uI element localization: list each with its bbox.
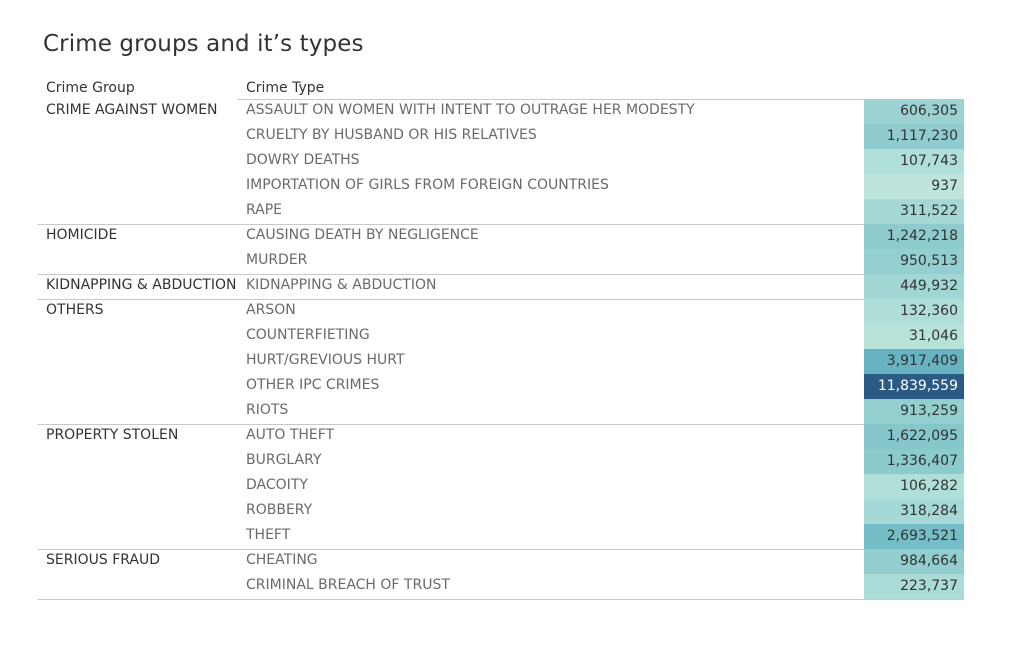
- table-row: OTHERS ARSON 132,360: [38, 299, 964, 324]
- table-row: IMPORTATION OF GIRLS FROM FOREIGN COUNTR…: [38, 174, 964, 199]
- crime-type-label: ASSAULT ON WOMEN WITH INTENT TO OUTRAGE …: [246, 102, 695, 118]
- table-row: RAPE 311,522: [38, 199, 964, 224]
- heatmap-cell: 2,693,521: [864, 524, 964, 549]
- heatmap-cell: 107,743: [864, 149, 964, 174]
- heatmap-cell: 11,839,559: [864, 374, 964, 399]
- crime-group-label: HOMICIDE: [46, 227, 118, 243]
- table-row: DACOITY 106,282: [38, 474, 964, 499]
- group-divider: [38, 599, 964, 600]
- crime-type-label: COUNTERFIETING: [246, 327, 370, 343]
- crime-type-label: CHEATING: [246, 552, 318, 568]
- crime-type-label: RIOTS: [246, 402, 289, 418]
- heatmap-cell: 132,360: [864, 299, 964, 324]
- crime-type-label: HURT/GREVIOUS HURT: [246, 352, 405, 368]
- table-row: HOMICIDE CAUSING DEATH BY NEGLIGENCE 1,242…: [38, 224, 964, 249]
- heatmap-cell: 223,737: [864, 574, 964, 599]
- crime-type-label: RAPE: [246, 202, 283, 218]
- heatmap-cell: 606,305: [864, 99, 964, 124]
- crime-type-label: CRUELTY BY HUSBAND OR HIS RELATIVES: [246, 127, 537, 143]
- table-row: CRUELTY BY HUSBAND OR HIS RELATIVES 1,117…: [38, 124, 964, 149]
- heatmap-cell: 31,046: [864, 324, 964, 349]
- crime-type-label: THEFT: [246, 527, 291, 543]
- table-row: HURT/GREVIOUS HURT 3,917,409: [38, 349, 964, 374]
- crime-type-label: DACOITY: [246, 477, 308, 493]
- table-row: ROBBERY 318,284: [38, 499, 964, 524]
- heatmap-cell: 984,664: [864, 549, 964, 574]
- heatmap-cell: 106,282: [864, 474, 964, 499]
- heatmap-cell: 1,622,095: [864, 424, 964, 449]
- crime-type-label: DOWRY DEATHS: [246, 152, 360, 168]
- crime-type-label: ARSON: [246, 302, 296, 318]
- heatmap-cell: 449,932: [864, 274, 964, 299]
- crime-type-label: BURGLARY: [246, 452, 322, 468]
- table-row: PROPERTY STOLEN AUTO THEFT 1,622,095: [38, 424, 964, 449]
- crime-group-label: KIDNAPPING & ABDUCTION: [46, 277, 237, 293]
- table-row: SERIOUS FRAUD CHEATING 984,664: [38, 549, 964, 574]
- table-row: CRIMINAL BREACH OF TRUST 223,737: [38, 574, 964, 599]
- heatmap-cell: 3,917,409: [864, 349, 964, 374]
- heatmap-cell: 913,259: [864, 399, 964, 424]
- table-row: COUNTERFIETING 31,046: [38, 324, 964, 349]
- crime-type-label: AUTO THEFT: [246, 427, 335, 443]
- table-row: KIDNAPPING & ABDUCTION KIDNAPPING & ABDUC…: [38, 274, 964, 299]
- table-row: OTHER IPC CRIMES 11,839,559: [38, 374, 964, 399]
- crime-type-label: IMPORTATION OF GIRLS FROM FOREIGN COUNTR…: [246, 177, 609, 193]
- table-row: DOWRY DEATHS 107,743: [38, 149, 964, 174]
- heatmap-cell: 311,522: [864, 199, 964, 224]
- heatmap-cell: 950,513: [864, 249, 964, 274]
- chart-title: Crime groups and it’s types: [43, 31, 364, 57]
- heatmap-cell: 1,117,230: [864, 124, 964, 149]
- crime-group-label: OTHERS: [46, 302, 104, 318]
- table-row: MURDER 950,513: [38, 249, 964, 274]
- heatmap-cell: 318,284: [864, 499, 964, 524]
- heatmap-cell: 1,336,407: [864, 449, 964, 474]
- table-row: BURGLARY 1,336,407: [38, 449, 964, 474]
- column-header-crime-type: Crime Type: [246, 80, 325, 96]
- crime-type-label: CAUSING DEATH BY NEGLIGENCE: [246, 227, 479, 243]
- crime-type-label: OTHER IPC CRIMES: [246, 377, 380, 393]
- crime-type-label: CRIMINAL BREACH OF TRUST: [246, 577, 450, 593]
- crime-type-label: MURDER: [246, 252, 308, 268]
- crime-type-label: KIDNAPPING & ABDUCTION: [246, 277, 437, 293]
- crime-group-label: CRIME AGAINST WOMEN: [46, 102, 218, 118]
- heatmap-cell: 937: [864, 174, 964, 199]
- column-header-crime-group: Crime Group: [46, 80, 135, 96]
- table-row: THEFT 2,693,521: [38, 524, 964, 549]
- heatmap-cell: 1,242,218: [864, 224, 964, 249]
- table-row: CRIME AGAINST WOMEN ASSAULT ON WOMEN WITH…: [38, 99, 964, 124]
- crime-group-label: SERIOUS FRAUD: [46, 552, 161, 568]
- crime-type-label: ROBBERY: [246, 502, 313, 518]
- table-row: RIOTS 913,259: [38, 399, 964, 424]
- crime-group-label: PROPERTY STOLEN: [46, 427, 179, 443]
